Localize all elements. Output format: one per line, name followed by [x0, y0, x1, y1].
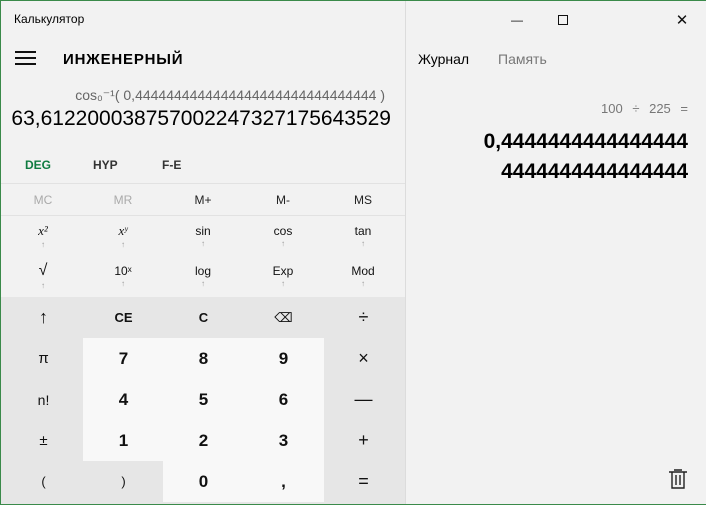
- digit-8-button[interactable]: 8: [163, 338, 244, 379]
- mod-label: Mod: [351, 264, 375, 278]
- square-root-label: √: [38, 262, 48, 279]
- history-expression: 100 ÷ 225 =: [601, 101, 688, 116]
- sin-label: sin: [195, 224, 211, 238]
- hyp-toggle-button[interactable]: HYP: [93, 158, 118, 172]
- cos-label: cos: [273, 224, 293, 238]
- plus-minus-button[interactable]: ±: [3, 420, 84, 461]
- history-result-line2: 4444444444444444: [501, 160, 688, 183]
- tab-journal[interactable]: Журнал: [418, 51, 469, 67]
- trash-icon[interactable]: [668, 468, 688, 490]
- digit-0-button[interactable]: 0: [163, 461, 244, 502]
- pi-button[interactable]: π: [3, 338, 84, 379]
- mode-title: ИНЖЕНЕРНЫЙ: [63, 51, 184, 68]
- calculator-pane: Калькулятор ИНЖЕНЕРНЫЙ cos₀⁻¹( 0,4444444…: [1, 1, 405, 504]
- digit-4-button[interactable]: 4: [83, 379, 164, 420]
- clear-entry-button[interactable]: CE: [83, 297, 164, 338]
- shift-arrow-icon: ↑: [121, 240, 125, 249]
- left-paren-button[interactable]: (: [3, 461, 84, 502]
- minimize-button[interactable]: —: [494, 7, 540, 33]
- memory-row: MC MR M+ M- MS: [1, 183, 405, 215]
- ten-power-button[interactable]: 10ˣ ↑: [83, 256, 163, 296]
- window-title: Калькулятор: [14, 12, 85, 26]
- history-pane: — ✕ Журнал Память 100 ÷ 225 = 0,44444444…: [405, 1, 706, 504]
- multiply-button[interactable]: ×: [323, 338, 404, 379]
- ten-power-label: 10ˣ: [114, 264, 132, 278]
- power-button[interactable]: xʸ ↑: [83, 216, 163, 256]
- log-label: log: [194, 264, 211, 278]
- sin-button[interactable]: sin ↑: [163, 216, 243, 256]
- divide-button[interactable]: ÷: [323, 297, 404, 338]
- calculator-window: Калькулятор ИНЖЕНЕРНЫЙ cos₀⁻¹( 0,4444444…: [0, 0, 706, 505]
- right-paren-button[interactable]: ): [83, 461, 164, 502]
- hamburger-menu-button[interactable]: [15, 51, 39, 69]
- fe-toggle-button[interactable]: F-E: [162, 158, 181, 172]
- shift-arrow-icon: ↑: [281, 279, 285, 288]
- scientific-functions-grid: x² ↑ xʸ ↑ sin ↑ cos ↑ tan ↑ √ ↑ 10ˣ ↑ lo…: [1, 215, 405, 297]
- digit-1-button[interactable]: 1: [83, 420, 164, 461]
- tan-button[interactable]: tan ↑: [323, 216, 403, 256]
- minus-button[interactable]: —: [323, 379, 404, 420]
- factorial-button[interactable]: n!: [3, 379, 84, 420]
- square-button[interactable]: x² ↑: [3, 216, 83, 256]
- memory-store-button[interactable]: MS: [323, 184, 403, 216]
- power-label: xʸ: [118, 223, 128, 238]
- square-label: x²: [38, 223, 48, 238]
- result-display: 63,612200038757002247327175643529: [11, 107, 391, 130]
- clear-button[interactable]: C: [163, 297, 244, 338]
- shift-arrow-icon: ↑: [281, 239, 285, 248]
- memory-clear-button[interactable]: MC: [3, 184, 83, 216]
- plus-button[interactable]: +: [323, 420, 404, 461]
- shift-arrow-icon: ↑: [361, 279, 365, 288]
- digit-3-button[interactable]: 3: [243, 420, 324, 461]
- exp-button[interactable]: Exp ↑: [243, 256, 323, 296]
- memory-add-button[interactable]: M+: [163, 184, 243, 216]
- maximize-button[interactable]: [540, 7, 586, 33]
- log-button[interactable]: log ↑: [163, 256, 243, 296]
- shift-up-arrow-button[interactable]: ↑: [3, 297, 84, 338]
- shift-arrow-icon: ↑: [121, 279, 125, 288]
- tab-memory[interactable]: Память: [498, 51, 547, 67]
- maximize-icon: [558, 15, 568, 25]
- digit-7-button[interactable]: 7: [83, 338, 164, 379]
- history-result[interactable]: 0,4444444444444444 4444444444444444: [408, 127, 688, 187]
- tan-label: tan: [354, 224, 372, 238]
- angle-mode-bar: DEG HYP F-E: [1, 153, 405, 179]
- history-result-line1: 0,4444444444444444: [483, 130, 688, 153]
- shift-arrow-icon: ↑: [201, 239, 205, 248]
- digit-5-button[interactable]: 5: [163, 379, 244, 420]
- digit-2-button[interactable]: 2: [163, 420, 244, 461]
- digit-9-button[interactable]: 9: [243, 338, 324, 379]
- menu-line-icon: [15, 51, 36, 53]
- shift-arrow-icon: ↑: [201, 279, 205, 288]
- shift-arrow-icon: ↑: [41, 281, 45, 290]
- delete-history-icon: [669, 469, 687, 489]
- expression-display: cos₀⁻¹( 0,444444444444444444444444444444…: [75, 87, 385, 103]
- keypad: ↑ CE C ⌫ ÷ π 7 8 9 × n! 4 5 6 — ± 1 2 3 …: [1, 297, 405, 504]
- backspace-icon[interactable]: ⌫: [243, 297, 324, 338]
- equals-button[interactable]: =: [323, 461, 404, 502]
- square-root-button[interactable]: √ ↑: [3, 256, 83, 296]
- deg-toggle-button[interactable]: DEG: [25, 158, 51, 172]
- shift-arrow-icon: ↑: [361, 239, 365, 248]
- mod-button[interactable]: Mod ↑: [323, 256, 403, 296]
- menu-line-icon: [15, 63, 36, 65]
- decimal-comma-button[interactable]: ,: [243, 461, 324, 502]
- cos-button[interactable]: cos ↑: [243, 216, 323, 256]
- shift-arrow-icon: ↑: [41, 240, 45, 249]
- memory-recall-button[interactable]: MR: [83, 184, 163, 216]
- menu-line-icon: [15, 57, 36, 59]
- exp-label: Exp: [272, 264, 294, 278]
- digit-6-button[interactable]: 6: [243, 379, 324, 420]
- close-button[interactable]: ✕: [659, 7, 705, 33]
- memory-subtract-button[interactable]: M-: [243, 184, 323, 216]
